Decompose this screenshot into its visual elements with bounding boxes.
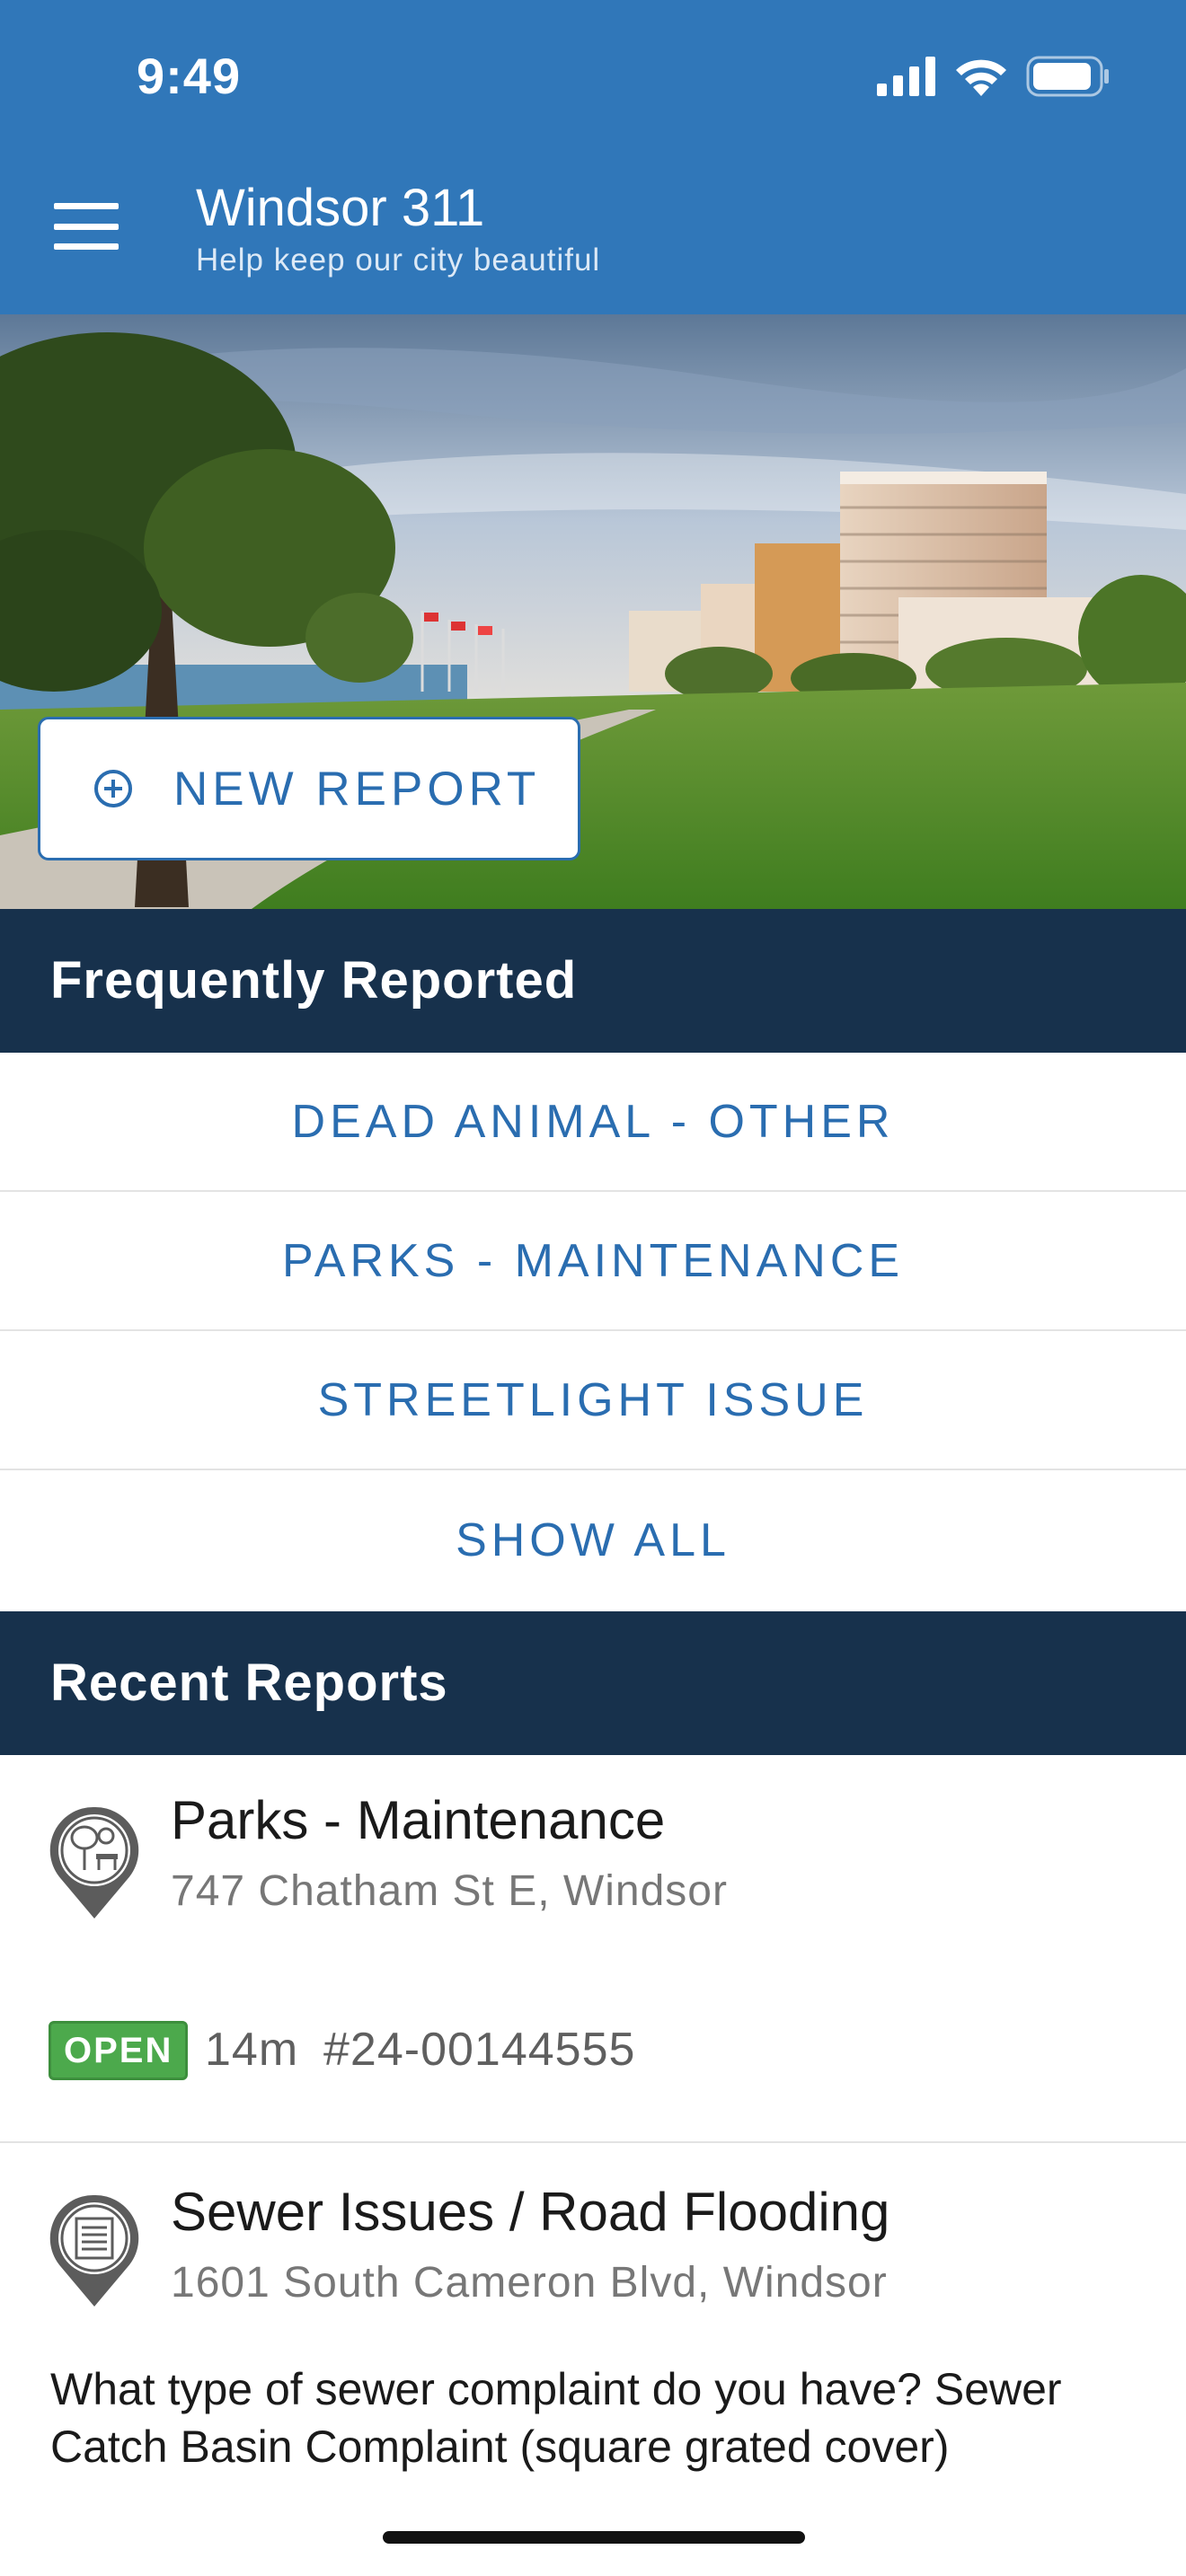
document-pin-icon bbox=[49, 2194, 139, 2307]
hamburger-icon bbox=[54, 203, 119, 209]
frequent-item-label: STREETLIGHT ISSUE bbox=[317, 1373, 869, 1426]
add-circle-icon bbox=[94, 770, 132, 807]
battery-icon bbox=[1026, 56, 1109, 97]
hero-banner: NEW REPORT bbox=[0, 314, 1186, 909]
show-all-label: SHOW ALL bbox=[456, 1513, 730, 1566]
status-time: 9:49 bbox=[137, 48, 242, 104]
frequent-item-streetlight[interactable]: STREETLIGHT ISSUE bbox=[0, 1331, 1186, 1470]
wifi-icon bbox=[956, 59, 1006, 96]
frequently-reported-header: Frequently Reported bbox=[0, 909, 1186, 1053]
report-address: 1601 South Cameron Blvd, Windsor bbox=[171, 2259, 888, 2307]
app-bar: 9:49 Windsor 311 Help keep our city beau… bbox=[0, 0, 1186, 314]
home-indicator[interactable] bbox=[383, 2531, 805, 2544]
park-pin-icon bbox=[49, 1806, 139, 1919]
show-all-button[interactable]: SHOW ALL bbox=[0, 1470, 1186, 1610]
app-subtitle: Help keep our city beautiful bbox=[196, 243, 601, 278]
frequent-item-label: DEAD ANIMAL - OTHER bbox=[291, 1095, 895, 1148]
app-title: Windsor 311 bbox=[196, 179, 485, 237]
report-number: #24-00144555 bbox=[323, 2024, 636, 2076]
status-icons bbox=[877, 56, 1111, 97]
menu-button[interactable] bbox=[54, 203, 119, 250]
report-age: 14m bbox=[205, 2024, 299, 2076]
new-report-label: NEW REPORT bbox=[173, 762, 541, 816]
report-title: Parks - Maintenance bbox=[171, 1790, 666, 1850]
signal-icon bbox=[877, 57, 935, 96]
recent-reports-header: Recent Reports bbox=[0, 1611, 1186, 1755]
section-title: Frequently Reported bbox=[50, 951, 578, 1010]
new-report-button[interactable]: NEW REPORT bbox=[38, 717, 580, 860]
report-card[interactable]: Parks - Maintenance 747 Chatham St E, Wi… bbox=[0, 1755, 1186, 2141]
frequent-item-parks-maintenance[interactable]: PARKS - MAINTENANCE bbox=[0, 1192, 1186, 1331]
status-badge: OPEN bbox=[49, 2021, 189, 2080]
frequent-item-dead-animal[interactable]: DEAD ANIMAL - OTHER bbox=[0, 1053, 1186, 1192]
section-title: Recent Reports bbox=[50, 1654, 448, 1712]
report-title: Sewer Issues / Road Flooding bbox=[171, 2182, 890, 2242]
report-address: 747 Chatham St E, Windsor bbox=[171, 1867, 728, 1915]
report-description: What type of sewer complaint do you have… bbox=[50, 2364, 1062, 2472]
frequent-item-label: PARKS - MAINTENANCE bbox=[281, 1234, 905, 1287]
